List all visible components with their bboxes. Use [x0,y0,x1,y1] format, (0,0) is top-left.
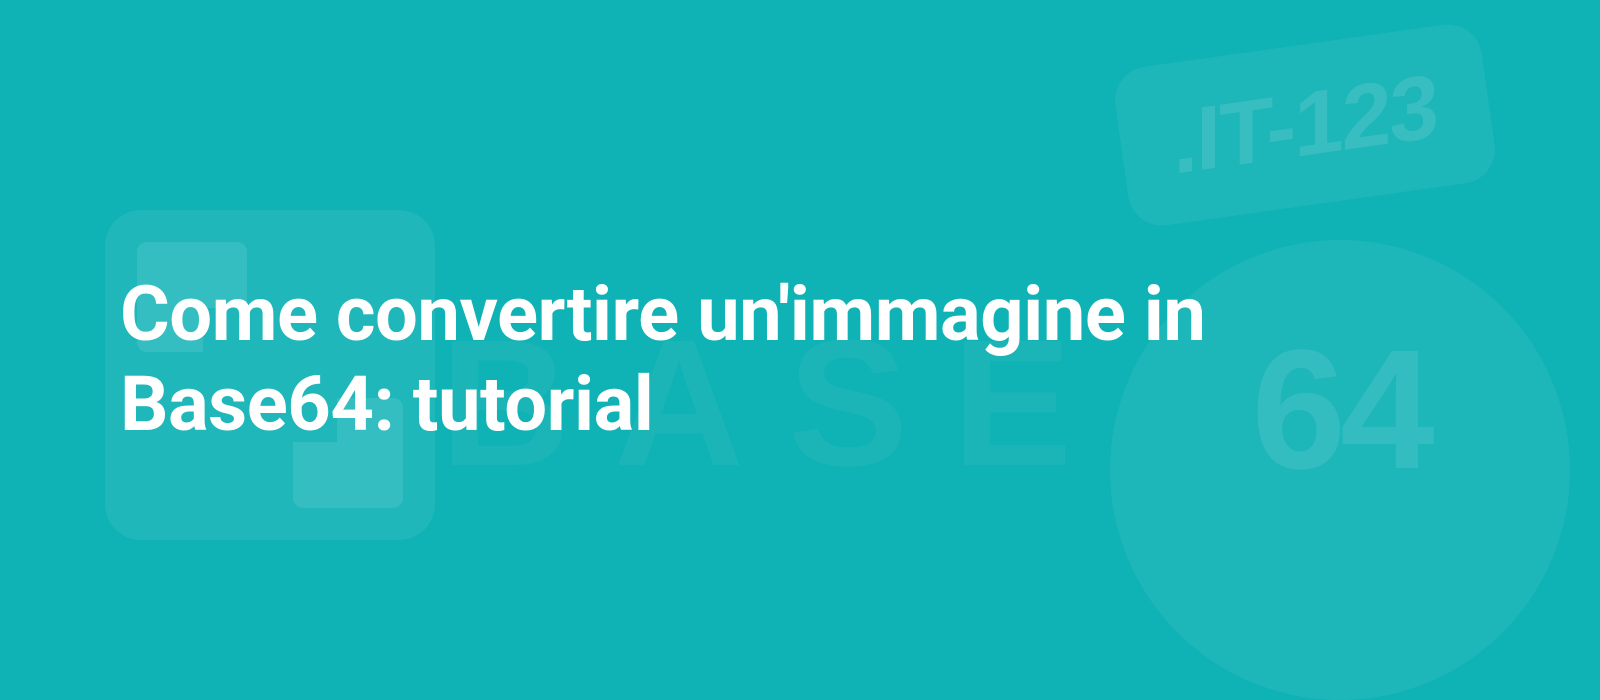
page-title: Come convertire un'immagine in Base64: t… [120,270,1480,449]
badge-label: .IT-123 [1173,54,1437,195]
decorative-it123-badge: .IT-123 [1111,20,1500,230]
